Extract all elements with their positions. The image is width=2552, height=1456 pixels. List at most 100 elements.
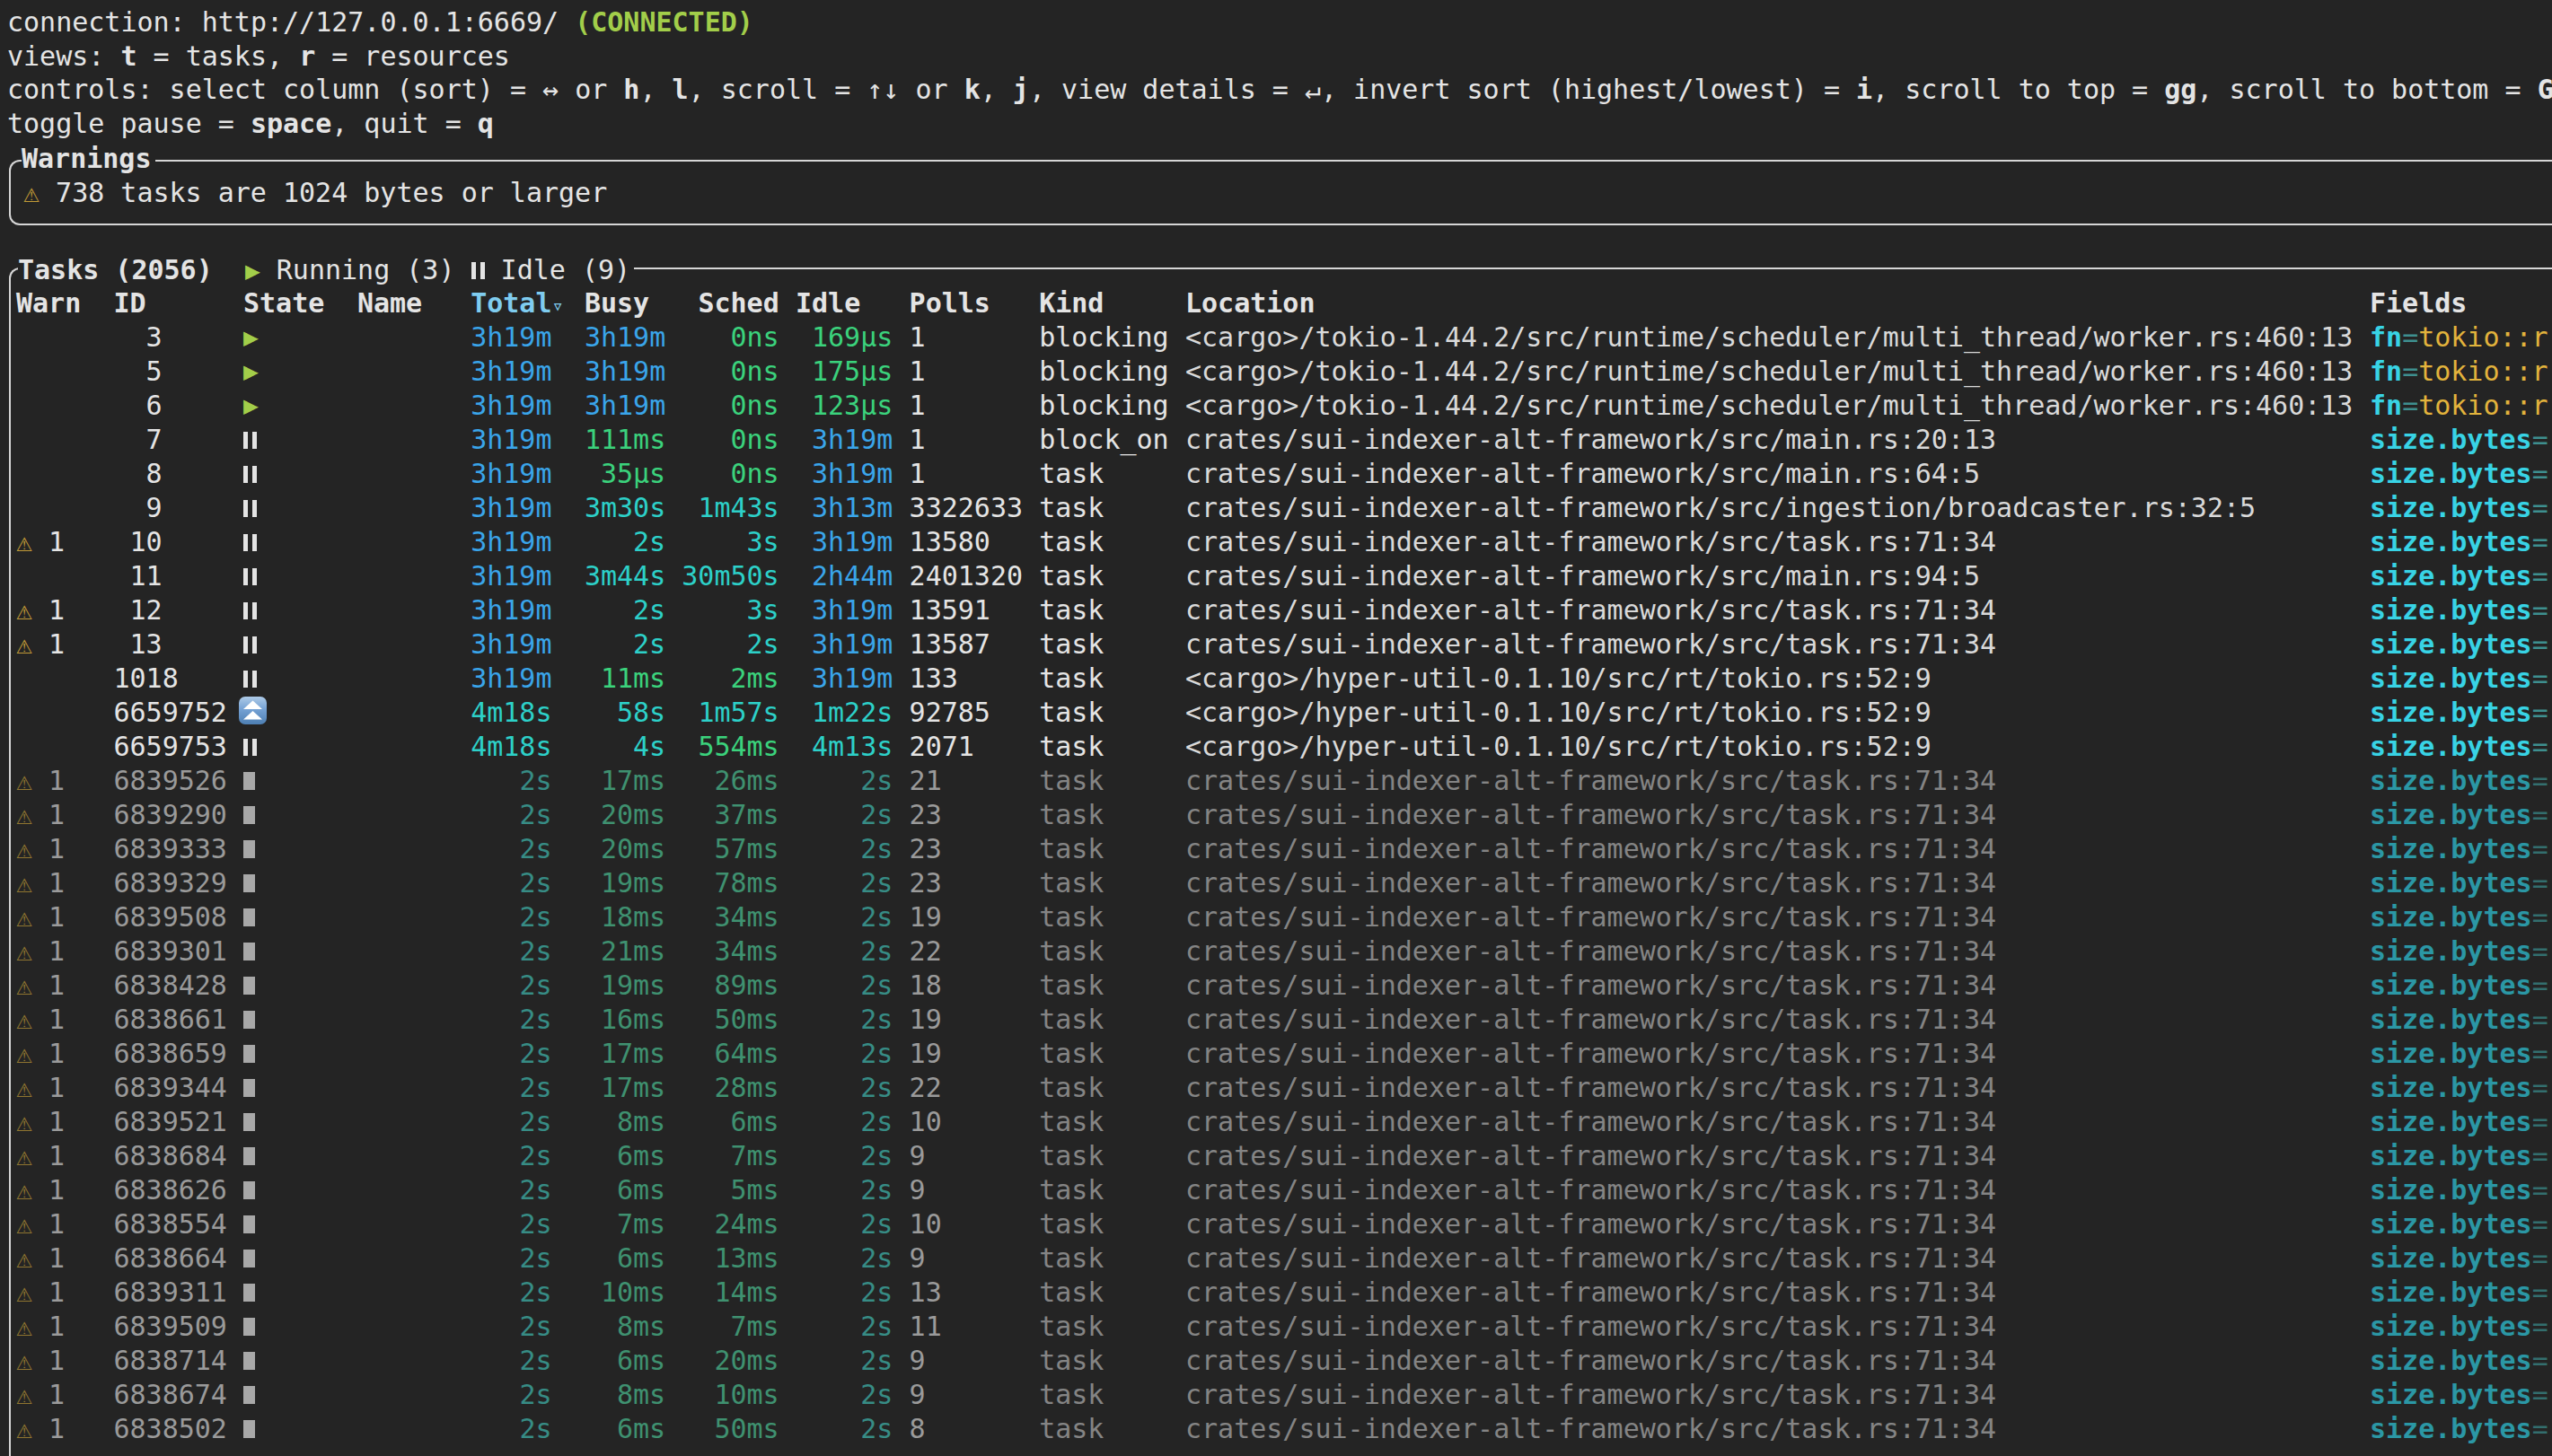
task-id: 6838554 (114, 1207, 227, 1241)
task-kind: task (1039, 1207, 1104, 1241)
task-kind: task (1039, 1173, 1104, 1207)
task-row-8[interactable]: 83h19m35µs0ns3h19m1taskcrates/sui-indexe… (0, 457, 2552, 491)
task-fields: size.bytes= (2370, 866, 2548, 900)
task-row-6659753[interactable]: 66597534m18s4s554ms4m13s2071task<cargo>/… (0, 730, 2552, 764)
polls-count: 19 (910, 1037, 942, 1071)
idle-duration: 2s (812, 832, 893, 866)
total-duration: 3h19m (377, 320, 552, 355)
task-row-10[interactable]: ⚠1 103h19m2s3s3h19m13580taskcrates/sui-i… (0, 525, 2552, 559)
state-done-icon (243, 969, 255, 1003)
task-row-6838428[interactable]: ⚠168384282s19ms89ms2s18taskcrates/sui-in… (0, 969, 2552, 1003)
total-duration: 2s (377, 1344, 552, 1378)
task-id: 6839333 (114, 832, 227, 866)
task-row-6839329[interactable]: ⚠168393292s19ms78ms2s23taskcrates/sui-in… (0, 866, 2552, 900)
task-row-6838659[interactable]: ⚠168386592s17ms64ms2s19taskcrates/sui-in… (0, 1037, 2552, 1071)
sched-duration: 0ns (682, 457, 779, 491)
polls-count: 10 (910, 1207, 942, 1241)
task-row-7[interactable]: 73h19m111ms0ns3h19m1block_oncrates/sui-i… (0, 423, 2552, 457)
task-kind: task (1039, 696, 1104, 730)
column-header-idle[interactable]: Idle (796, 286, 860, 320)
task-id: 6838684 (114, 1139, 227, 1173)
task-fields: fn=tokio::r (2370, 355, 2548, 389)
task-row-6659752[interactable]: 66597524m18s58s1m57s1m22s92785task<cargo… (0, 696, 2552, 730)
busy-duration: 3m44s (585, 559, 665, 593)
task-row-6838714[interactable]: ⚠168387142s6ms20ms2s9taskcrates/sui-inde… (0, 1344, 2552, 1378)
warning-icon: ⚠ (16, 1173, 32, 1207)
tasks-panel-title: Tasks (2056) ▶ Running (3) Idle (9) (18, 254, 634, 285)
task-fields: size.bytes= (2370, 457, 2548, 491)
task-id: 6659752 (114, 696, 227, 730)
polls-count: 13580 (910, 525, 990, 559)
polls-count: 13 (910, 1276, 942, 1310)
sched-duration: 37ms (682, 798, 779, 832)
warning-icon: ⚠ (16, 798, 32, 832)
task-row-6839509[interactable]: ⚠168395092s8ms7ms2s11taskcrates/sui-inde… (0, 1310, 2552, 1344)
task-row-6839311[interactable]: ⚠168393112s10ms14ms2s13taskcrates/sui-in… (0, 1276, 2552, 1310)
task-id: 6839290 (114, 798, 227, 832)
sched-duration: 34ms (682, 900, 779, 934)
task-location: <cargo>/hyper-util-0.1.10/src/rt/tokio.r… (1185, 730, 1932, 764)
task-row-6838674[interactable]: ⚠168386742s8ms10ms2s9taskcrates/sui-inde… (0, 1378, 2552, 1412)
idle-duration: 2s (812, 866, 893, 900)
column-header-polls[interactable]: Polls (910, 286, 990, 320)
total-duration: 2s (377, 798, 552, 832)
task-row-6838684[interactable]: ⚠168386842s6ms7ms2s9taskcrates/sui-index… (0, 1139, 2552, 1173)
state-idle-icon (243, 457, 257, 491)
column-header-sched[interactable]: Sched (698, 286, 779, 320)
column-header-id[interactable]: ID (114, 286, 146, 320)
warn-count: 1 (48, 627, 65, 662)
task-fields: size.bytes= (2370, 662, 2548, 696)
column-header-kind[interactable]: Kind (1039, 286, 1104, 320)
warning-icon: ⚠ (16, 627, 32, 662)
task-kind: task (1039, 662, 1104, 696)
task-row-11[interactable]: 113h19m3m44s30m50s2h44m2401320taskcrates… (0, 559, 2552, 593)
task-row-6839526[interactable]: ⚠168395262s17ms26ms2s21taskcrates/sui-in… (0, 764, 2552, 798)
task-row-13[interactable]: ⚠1 133h19m2s2s3h19m13587taskcrates/sui-i… (0, 627, 2552, 662)
sched-duration: 64ms (682, 1037, 779, 1071)
task-location: crates/sui-indexer-alt-framework/src/tas… (1185, 866, 1996, 900)
column-header-location[interactable]: Location (1185, 286, 1316, 320)
column-header-state[interactable]: State (243, 286, 324, 320)
warn-count: 1 (48, 1139, 65, 1173)
task-row-6839333[interactable]: ⚠168393332s20ms57ms2s23taskcrates/sui-in… (0, 832, 2552, 866)
idle-duration: 2h44m (812, 559, 893, 593)
sched-duration: 6ms (682, 1105, 779, 1139)
task-row-6839301[interactable]: ⚠168393012s21ms34ms2s22taskcrates/sui-in… (0, 934, 2552, 969)
task-id: 6 (114, 389, 163, 423)
sched-duration: 13ms (682, 1241, 779, 1276)
task-id: 9 (114, 491, 163, 525)
task-location: crates/sui-indexer-alt-framework/src/tas… (1185, 1344, 1996, 1378)
column-header-total[interactable]: Total▿ (471, 286, 564, 320)
total-duration: 2s (377, 1241, 552, 1276)
state-done-icon (243, 1139, 255, 1173)
total-duration: 2s (377, 1003, 552, 1037)
task-row-6839290[interactable]: ⚠168392902s20ms37ms2s23taskcrates/sui-in… (0, 798, 2552, 832)
task-row-3[interactable]: 3▶3h19m3h19m0ns169µs1blocking<cargo>/tok… (0, 320, 2552, 355)
state-done-icon (243, 1412, 255, 1446)
task-row-6838502[interactable]: ⚠168385022s6ms50ms2s8taskcrates/sui-inde… (0, 1412, 2552, 1446)
warn-count: 1 (48, 1276, 65, 1310)
sched-duration: 3s (682, 593, 779, 627)
total-duration: 3h19m (377, 355, 552, 389)
column-header-fields[interactable]: Fields (2370, 286, 2467, 320)
task-row-6[interactable]: 6▶3h19m3h19m0ns123µs1blocking<cargo>/tok… (0, 389, 2552, 423)
column-header-name[interactable]: Name (357, 286, 422, 320)
column-header-warn[interactable]: Warn (16, 286, 81, 320)
task-location: <cargo>/hyper-util-0.1.10/src/rt/tokio.r… (1185, 696, 1932, 730)
task-row-6838554[interactable]: ⚠168385542s7ms24ms2s10taskcrates/sui-ind… (0, 1207, 2552, 1241)
warning-icon: ⚠ (16, 1105, 32, 1139)
task-row-6838664[interactable]: ⚠168386642s6ms13ms2s9taskcrates/sui-inde… (0, 1241, 2552, 1276)
task-row-6838661[interactable]: ⚠168386612s16ms50ms2s19taskcrates/sui-in… (0, 1003, 2552, 1037)
task-row-6838626[interactable]: ⚠168386262s6ms5ms2s9taskcrates/sui-index… (0, 1173, 2552, 1207)
task-row-6839521[interactable]: ⚠168395212s8ms6ms2s10taskcrates/sui-inde… (0, 1105, 2552, 1139)
task-row-6839508[interactable]: ⚠168395082s18ms34ms2s19taskcrates/sui-in… (0, 900, 2552, 934)
task-row-5[interactable]: 5▶3h19m3h19m0ns175µs1blocking<cargo>/tok… (0, 355, 2552, 389)
task-row-9[interactable]: 93h19m3m30s1m43s3h13m3322633taskcrates/s… (0, 491, 2552, 525)
task-fields: size.bytes= (2370, 764, 2548, 798)
task-row-1018[interactable]: 10183h19m11ms2ms3h19m133task<cargo>/hype… (0, 662, 2552, 696)
task-row-12[interactable]: ⚠1 123h19m2s3s3h19m13591taskcrates/sui-i… (0, 593, 2552, 627)
task-kind: task (1039, 627, 1104, 662)
sched-duration: 34ms (682, 934, 779, 969)
task-row-6839344[interactable]: ⚠168393442s17ms28ms2s22taskcrates/sui-in… (0, 1071, 2552, 1105)
column-header-busy[interactable]: Busy (585, 286, 649, 320)
